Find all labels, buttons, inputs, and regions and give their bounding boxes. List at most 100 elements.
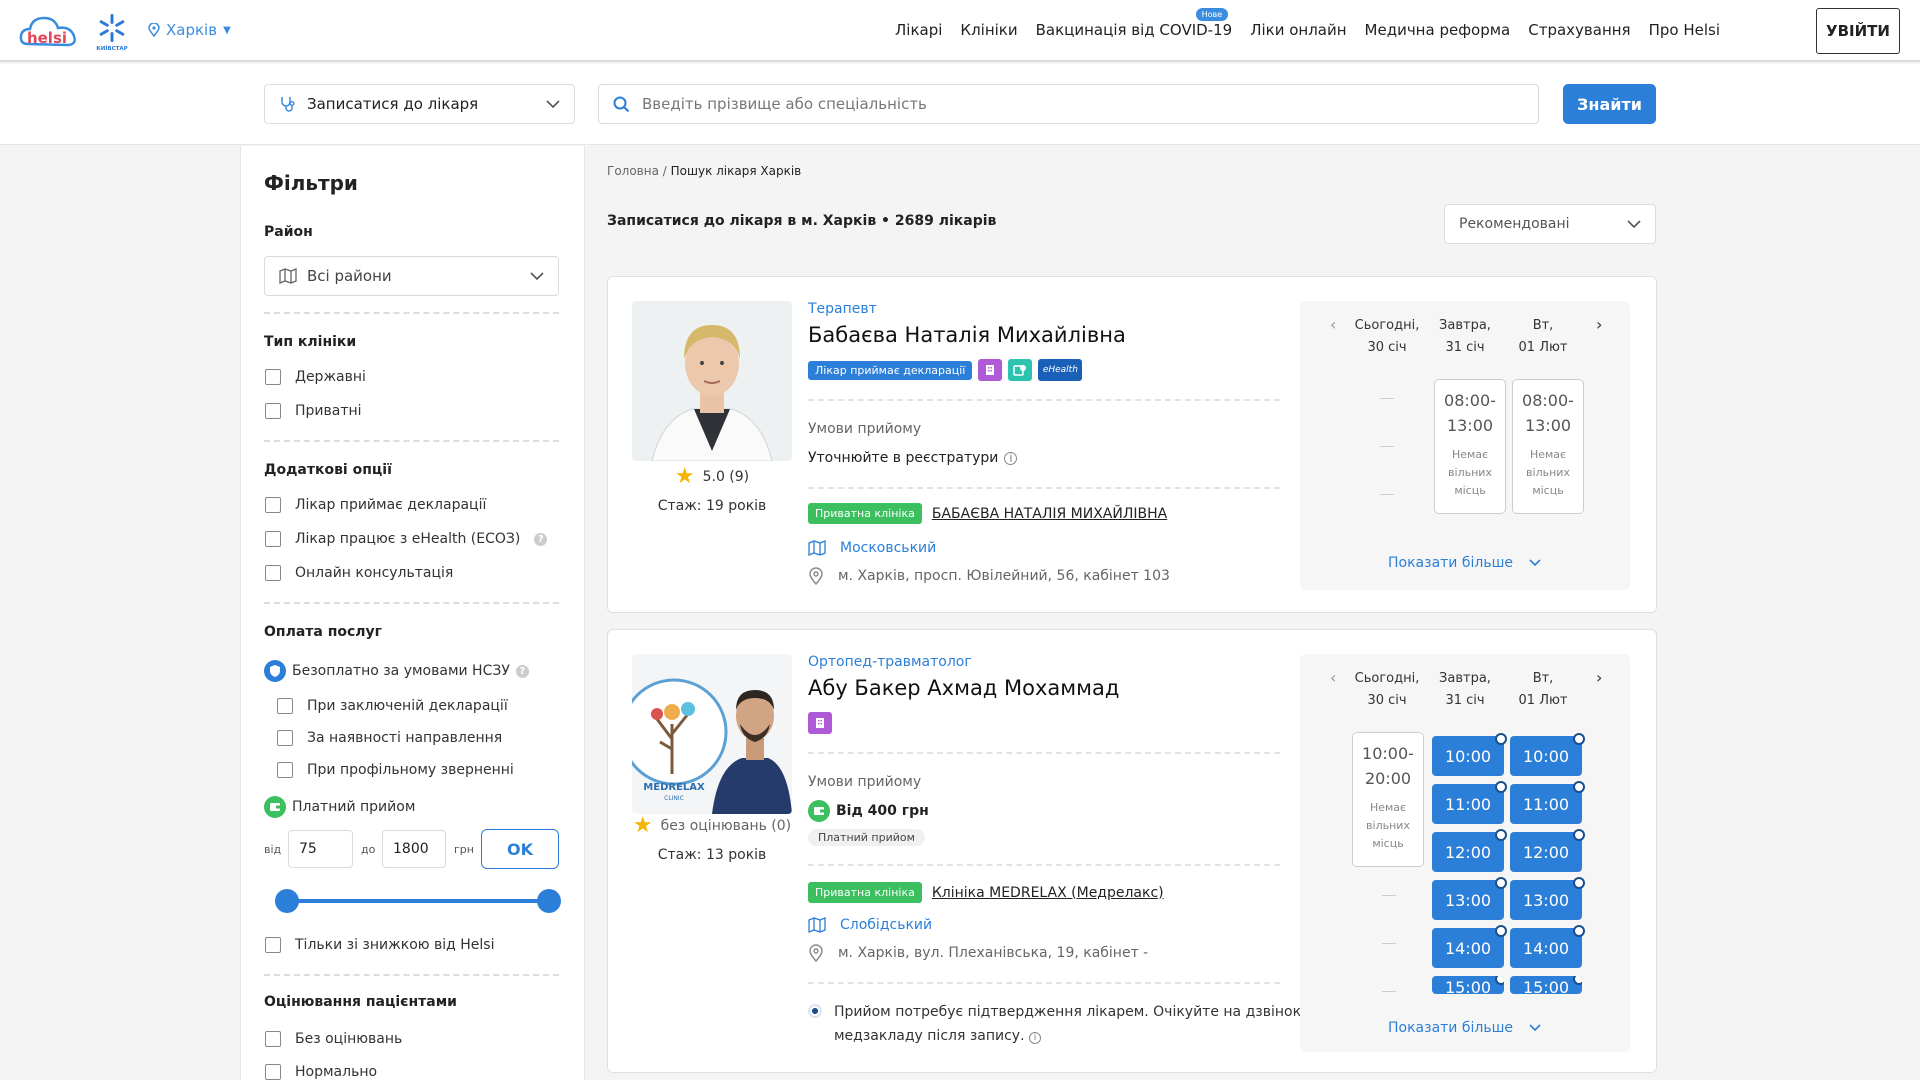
checkbox-no-rating[interactable]: Без оцінювань bbox=[265, 1031, 402, 1047]
price-slider-max-handle[interactable] bbox=[537, 889, 561, 913]
district-select[interactable]: Всі райони bbox=[264, 256, 559, 296]
chevron-down-icon: ▼ bbox=[223, 24, 231, 36]
doctor-rating: ★ 5.0 (9) bbox=[632, 464, 792, 489]
district-link[interactable]: Слобідський bbox=[840, 917, 932, 933]
info-icon[interactable]: i bbox=[1004, 451, 1018, 465]
help-icon[interactable]: ? bbox=[515, 664, 529, 678]
building-icon bbox=[808, 712, 832, 734]
private-clinic-tag: Приватна клініка bbox=[808, 882, 922, 903]
checkbox-box[interactable] bbox=[265, 497, 281, 513]
time-slot-button[interactable]: 14:00 bbox=[1510, 925, 1585, 968]
paid-option[interactable]: Платний прийом bbox=[264, 796, 415, 818]
checkbox-declarations[interactable]: Лікар приймає декларації bbox=[265, 497, 486, 513]
checkbox-box[interactable] bbox=[277, 730, 293, 746]
checkbox-online[interactable]: Онлайн консультація bbox=[265, 565, 453, 581]
breadcrumb-home[interactable]: Головна bbox=[607, 164, 659, 178]
chevron-right-icon[interactable]: › bbox=[1596, 315, 1602, 334]
nav-doctors[interactable]: Лікарі bbox=[895, 21, 942, 39]
checkbox-free-profile[interactable]: При профільному зверненні bbox=[277, 762, 514, 778]
checkbox-state[interactable]: Державні bbox=[265, 369, 366, 385]
nav-reform[interactable]: Медична реформа bbox=[1365, 21, 1511, 39]
checkbox-free-referral[interactable]: За наявності направлення bbox=[277, 730, 502, 746]
price-slider-min-handle[interactable] bbox=[275, 889, 299, 913]
address-line: м. Харків, просп. Ювілейний, 56, кабінет… bbox=[808, 567, 1170, 585]
nav-vaccination-label: Вакцинація від COVID-19 bbox=[1035, 21, 1233, 39]
price-from-input[interactable]: 75 bbox=[288, 830, 353, 868]
time-slot-button[interactable]: 13:00 bbox=[1432, 877, 1507, 920]
kyivstar-logo[interactable]: КИЇВСТАР bbox=[94, 12, 130, 52]
visit-type-select[interactable]: Записатися до лікаря bbox=[264, 84, 575, 124]
login-button[interactable]: УВІЙТИ bbox=[1816, 8, 1900, 54]
checkbox-box[interactable] bbox=[265, 937, 281, 953]
no-slots-text: місць bbox=[1454, 484, 1486, 497]
location-pin-icon bbox=[809, 567, 823, 585]
checkbox-box[interactable] bbox=[265, 565, 281, 581]
payment-heading: Оплата послуг bbox=[264, 624, 382, 640]
price-ok-button[interactable]: OK bbox=[481, 829, 559, 869]
info-icon[interactable]: i bbox=[1029, 1032, 1041, 1044]
time-slot-button[interactable]: 12:00 bbox=[1432, 829, 1507, 872]
doctor-specialty[interactable]: Терапевт bbox=[808, 301, 877, 317]
clinic-link[interactable]: Клініка MEDRELAX (Медрелакс) bbox=[932, 885, 1164, 901]
find-button[interactable]: Знайти bbox=[1563, 84, 1656, 124]
doctor-tags: Лікар приймає декларації eHealth bbox=[808, 359, 1083, 381]
checkbox-box[interactable] bbox=[265, 531, 281, 547]
nav-about[interactable]: Про Helsi bbox=[1649, 21, 1720, 39]
doctor-photo[interactable] bbox=[632, 301, 792, 461]
show-more-button[interactable]: Показати більше bbox=[1388, 555, 1541, 571]
address-line: м. Харків, вул. Плеханівська, 19, кабіне… bbox=[808, 944, 1148, 962]
nav-vaccination[interactable]: Вакцинація від COVID-19 Нове bbox=[1035, 8, 1233, 39]
price-range-track[interactable] bbox=[285, 899, 549, 903]
search-input[interactable]: Введіть прізвище або спеціальність bbox=[598, 84, 1539, 124]
help-icon[interactable]: ? bbox=[534, 532, 548, 546]
district-link[interactable]: Московський bbox=[840, 540, 936, 556]
kyivstar-logo-text: КИЇВСТАР bbox=[96, 45, 127, 52]
doctor-name[interactable]: Абу Бакер Ахмад Мохаммад bbox=[808, 676, 1119, 700]
time-slot-button[interactable]: 11:00 bbox=[1432, 781, 1507, 824]
sort-select[interactable]: Рекомендовані bbox=[1444, 204, 1656, 244]
chevron-left-icon[interactable]: ‹ bbox=[1330, 315, 1336, 334]
doctor-rating: ★ без оцінювань (0) bbox=[632, 813, 792, 838]
chevron-left-icon[interactable]: ‹ bbox=[1330, 668, 1336, 687]
clinic-link[interactable]: БАБАЄВА НАТАЛІЯ МИХАЙЛІВНА bbox=[932, 506, 1167, 522]
checkbox-free-declaration[interactable]: При заключеній декларації bbox=[277, 698, 508, 714]
city-selector[interactable]: Харків ▼ bbox=[148, 21, 231, 39]
checkbox-label: Нормально bbox=[295, 1064, 378, 1080]
time-slot-button[interactable]: 12:00 bbox=[1510, 829, 1585, 872]
note-text: Прийом потребує підтвердження лікарем. О… bbox=[834, 1004, 1313, 1020]
checkbox-ehealth[interactable]: Лікар працює з eHealth (ЕСОЗ)? bbox=[265, 531, 548, 547]
checkbox-box[interactable] bbox=[277, 698, 293, 714]
doctor-specialty[interactable]: Ортопед-травматолог bbox=[808, 654, 972, 670]
time-slot-button[interactable]: 15:00 bbox=[1510, 976, 1582, 994]
time-slot-button[interactable]: 11:00 bbox=[1510, 781, 1585, 824]
note-text: медзакладу після запису. bbox=[834, 1028, 1025, 1044]
price-to-input[interactable]: 1800 bbox=[382, 830, 446, 868]
time-slot-button[interactable]: 15:00 bbox=[1432, 976, 1504, 994]
doctor-name[interactable]: Бабаєва Наталія Михайлівна bbox=[808, 323, 1126, 347]
sort-value: Рекомендовані bbox=[1459, 216, 1570, 232]
time-slot-button[interactable]: 10:00 bbox=[1510, 733, 1585, 776]
checkbox-discount[interactable]: Тільки зі знижкою від Helsi bbox=[265, 937, 494, 953]
time-slot-button[interactable]: 13:00 bbox=[1510, 877, 1585, 920]
checkbox-box[interactable] bbox=[265, 403, 281, 419]
checkbox-box[interactable] bbox=[265, 369, 281, 385]
helsi-logo[interactable]: helsi bbox=[18, 10, 80, 54]
chevron-down-icon bbox=[1529, 559, 1541, 567]
time-slot-button[interactable]: 10:00 bbox=[1432, 733, 1507, 776]
breadcrumb: Головна / Пошук лікаря Харків bbox=[607, 164, 801, 178]
nav-medicines[interactable]: Ліки онлайн bbox=[1250, 21, 1346, 39]
doctor-photo[interactable]: MEDRELAX CLINIC bbox=[632, 654, 792, 814]
conditions-label: Умови прийому bbox=[808, 421, 922, 437]
doctor-experience: Стаж: 13 років bbox=[657, 847, 767, 863]
checkbox-box[interactable] bbox=[277, 762, 293, 778]
free-nszu-option[interactable]: Безоплатно за умовами НСЗУ? bbox=[264, 660, 529, 682]
nav-insurance[interactable]: Страхування bbox=[1528, 21, 1630, 39]
time-slot-button[interactable]: 14:00 bbox=[1432, 925, 1507, 968]
chevron-right-icon[interactable]: › bbox=[1596, 668, 1602, 687]
checkbox-box[interactable] bbox=[265, 1064, 281, 1080]
checkbox-box[interactable] bbox=[265, 1031, 281, 1047]
show-more-button[interactable]: Показати більше bbox=[1388, 1020, 1541, 1036]
nav-clinics[interactable]: Клініки bbox=[960, 21, 1017, 39]
checkbox-normal-rating[interactable]: Нормально bbox=[265, 1064, 377, 1080]
checkbox-private[interactable]: Приватні bbox=[265, 403, 362, 419]
